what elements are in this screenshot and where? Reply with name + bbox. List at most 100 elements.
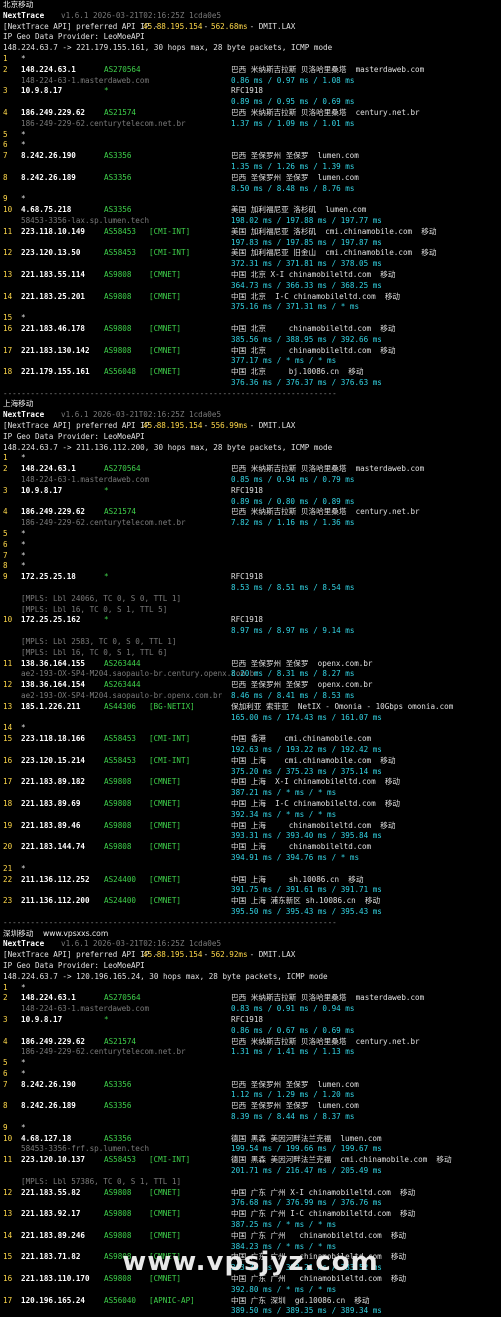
hop-timeout: * <box>21 863 26 873</box>
hop-ip: 221.183.144.74 <box>21 842 86 852</box>
hop-asn: AS21574 <box>104 1036 137 1046</box>
hop-row: 13 221.183.92.17 AS9808 [CMNET] 中国 广东 广州 I-C… <box>3 1209 499 1220</box>
hop-ip: 120.196.165.24 <box>21 1295 86 1305</box>
provider-line: IP Geo Data Provider: LeoMoeAPI <box>3 961 499 972</box>
hop-geo: 巴西 圣保罗州 圣保罗 lumen.com <box>231 1079 359 1089</box>
hop-ip: 148.224.63.1 <box>21 993 76 1003</box>
hop-row: 6 * <box>3 140 499 151</box>
section-title: 北京移动 <box>3 0 34 9</box>
hop-asn: AS9808 <box>104 820 132 830</box>
hop-row: 9 * <box>3 194 499 205</box>
hop-geo: 中国 北京 chinamobileltd.com 移动 <box>231 345 396 355</box>
hop-rtt: 387.25 ms / * ms / * ms <box>231 1220 337 1230</box>
hop-rtt: 0.89 ms / 0.95 ms / 0.69 ms <box>231 97 355 107</box>
hop-detail-row: 392.34 ms / * ms / * ms <box>3 810 499 821</box>
section-title: 深圳移动 www.vpsxxs.com <box>3 929 499 940</box>
hop-number: 15 <box>3 313 13 323</box>
hop-number: 14 <box>3 1230 13 1240</box>
hop-number: 21 <box>3 863 13 873</box>
hop-number: 1 <box>3 453 8 463</box>
hop-detail-row: 8.50 ms / 8.48 ms / 8.76 ms <box>3 184 499 195</box>
hop-asn: AS58453 <box>104 734 137 744</box>
mpls-label: [MPLS: Lbl 16, TC 0, S 1, TTL 6] <box>21 647 168 657</box>
hop-geo: 中国 上海 X-I chinamobileltd.com 移动 <box>231 777 401 787</box>
hop-tag: [CMI-INT] <box>149 755 191 765</box>
hop-detail-row: 186-249-229-62.centurytelecom.net.br 1.31… <box>3 1047 499 1058</box>
hop-row: 14 221.183.89.246 AS9808 [CMNET] 中国 广东 广州 ch… <box>3 1231 499 1242</box>
hop-geo: 德国 黑森 美因河畔法兰克福 lumen.com <box>231 1133 382 1143</box>
hop-row: 7 8.242.26.190 AS3356 巴西 圣保罗州 圣保罗 lumen.com <box>3 151 499 162</box>
hop-geo: 中国 广东 广州 X-I chinamobileltd.com 移动 <box>231 1187 416 1197</box>
hop-rtt: 1.31 ms / 1.41 ms / 1.13 ms <box>231 1047 355 1057</box>
hop-row: 1 * <box>3 453 499 464</box>
hop-row: 12 221.183.55.82 AS9808 [CMNET] 中国 广东 广州 X-I… <box>3 1188 499 1199</box>
hop-tag: [CMNET] <box>149 896 182 906</box>
section-title: 北京移动 <box>3 0 499 11</box>
hop-number: 10 <box>3 615 13 625</box>
provider-line: IP Geo Data Provider: LeoMoeAPI <box>3 32 499 43</box>
hop-ip: 221.183.89.69 <box>21 798 81 808</box>
hop-detail-row: 148-224-63-1.masterdaweb.com 0.86 ms / 0.… <box>3 76 499 87</box>
hop-detail-row: 375.20 ms / 375.23 ms / 375.14 ms <box>3 767 499 778</box>
hop-ip: 148.224.63.1 <box>21 464 76 474</box>
hop-row: 4 186.249.229.62 AS21574 巴西 米纳斯吉拉斯 贝洛哈里桑塔 c… <box>3 1037 499 1048</box>
hop-tag: [CMI-INT] <box>149 734 191 744</box>
hop-number: 4 <box>3 507 8 517</box>
hop-number: 10 <box>3 205 13 215</box>
hop-geo: 中国 广东 广州 I-C chinamobileltd.com 移动 <box>231 1209 416 1219</box>
hop-row: 15 * <box>3 313 499 324</box>
hop-asn: AS21574 <box>104 507 137 517</box>
hop-timeout: * <box>21 529 26 539</box>
hop-geo: 中国 广东 广州 chinamobileltd.com 移动 <box>231 1230 407 1240</box>
header-text: v1.6.1 2026-03-21T02:16:25Z 1cda0e5 <box>61 939 222 949</box>
hop-rtt: 372.31 ms / 371.81 ms / 378.05 ms <box>231 259 382 269</box>
hop-detail-row: 387.21 ms / * ms / * ms <box>3 788 499 799</box>
hop-rtt: 0.85 ms / 0.94 ms / 0.79 ms <box>231 475 355 485</box>
hop-number: 2 <box>3 64 8 74</box>
hop-tag: [CMNET] <box>149 820 182 830</box>
hop-number: 11 <box>3 658 13 668</box>
nexttrace-version-line: NextTrace v1.6.1 2026-03-21T02:16:25Z 1cd… <box>3 939 499 950</box>
hop-row: 18 221.179.155.161 AS56048 [CMNET] 中国 北京 bj.… <box>3 367 499 378</box>
hop-rtt: 392.80 ms / * ms / * ms <box>231 1284 337 1294</box>
hop-rtt: 8.50 ms / 8.48 ms / 8.76 ms <box>231 183 355 193</box>
hop-geo: RFC1918 <box>231 485 264 495</box>
hop-row: 10 4.68.75.218 AS3356 美国 加利福尼亚 洛杉矶 lumen.co… <box>3 205 499 216</box>
hop-number: 15 <box>3 734 13 744</box>
hop-timeout: * <box>21 140 26 150</box>
header-text: 562.68ms <box>211 21 248 31</box>
hop-geo: 巴西 米纳斯吉拉斯 贝洛哈里桑塔 century.net.br <box>231 507 420 517</box>
route-text: 148.224.63.7 -> 211.136.112.200, 30 hops… <box>3 442 333 452</box>
hop-row: 1 * <box>3 54 499 65</box>
hop-number: 17 <box>3 1295 13 1305</box>
hop-ip: 221.183.46.178 <box>21 323 86 333</box>
route-line: 148.224.63.7 -> 221.179.155.161, 30 hops… <box>3 43 499 54</box>
header-text: v1.6.1 2026-03-21T02:16:25Z 1cda0e5 <box>61 410 222 420</box>
hop-timeout: * <box>21 53 26 63</box>
header-text: NextTrace <box>3 939 45 949</box>
hop-ip: 172.25.25.162 <box>21 615 81 625</box>
separator-line: ----------------------------------------… <box>3 917 337 927</box>
header-text: NextTrace <box>3 10 45 20</box>
hop-row: 12 223.120.13.50 AS58453 [CMI-INT] 美国 加利福尼亚 … <box>3 248 499 259</box>
hop-row: 8 8.242.26.189 AS3356 巴西 圣保罗州 圣保罗 lumen.com <box>3 173 499 184</box>
hop-tag: [CMNET] <box>149 777 182 787</box>
hop-row: 17 221.183.130.142 AS9808 [CMNET] 中国 北京 chin… <box>3 346 499 357</box>
header-text: 45.88.195.154 <box>143 421 203 431</box>
hop-number: 3 <box>3 1014 8 1024</box>
hop-rtt: 1.35 ms / 1.26 ms / 1.39 ms <box>231 161 355 171</box>
api-line: [NextTrace API] preferred API IP - 45.88… <box>3 950 499 961</box>
hop-geo: 巴西 圣保罗州 圣保罗 lumen.com <box>231 1101 359 1111</box>
hop-hostname: 148-224-63-1.masterdaweb.com <box>21 75 150 85</box>
hop-rtt: 385.56 ms / 388.95 ms / 392.66 ms <box>231 334 382 344</box>
mpls-label: [MPLS: Lbl 16, TC 0, S 1, TTL 5] <box>21 604 168 614</box>
hop-detail-row: 391.75 ms / 391.61 ms / 391.71 ms <box>3 885 499 896</box>
hop-asn: AS3356 <box>104 1133 132 1143</box>
hop-asn: AS21574 <box>104 107 137 117</box>
hop-asn: AS3356 <box>104 172 132 182</box>
hop-number: 18 <box>3 798 13 808</box>
hop-rtt: 376.36 ms / 376.37 ms / 376.63 ms <box>231 377 382 387</box>
hop-rtt: 0.83 ms / 0.91 ms / 0.94 ms <box>231 1004 355 1014</box>
hop-tag: [CMNET] <box>149 323 182 333</box>
hop-geo: 巴西 米纳斯吉拉斯 贝洛哈里桑塔 masterdaweb.com <box>231 993 425 1003</box>
